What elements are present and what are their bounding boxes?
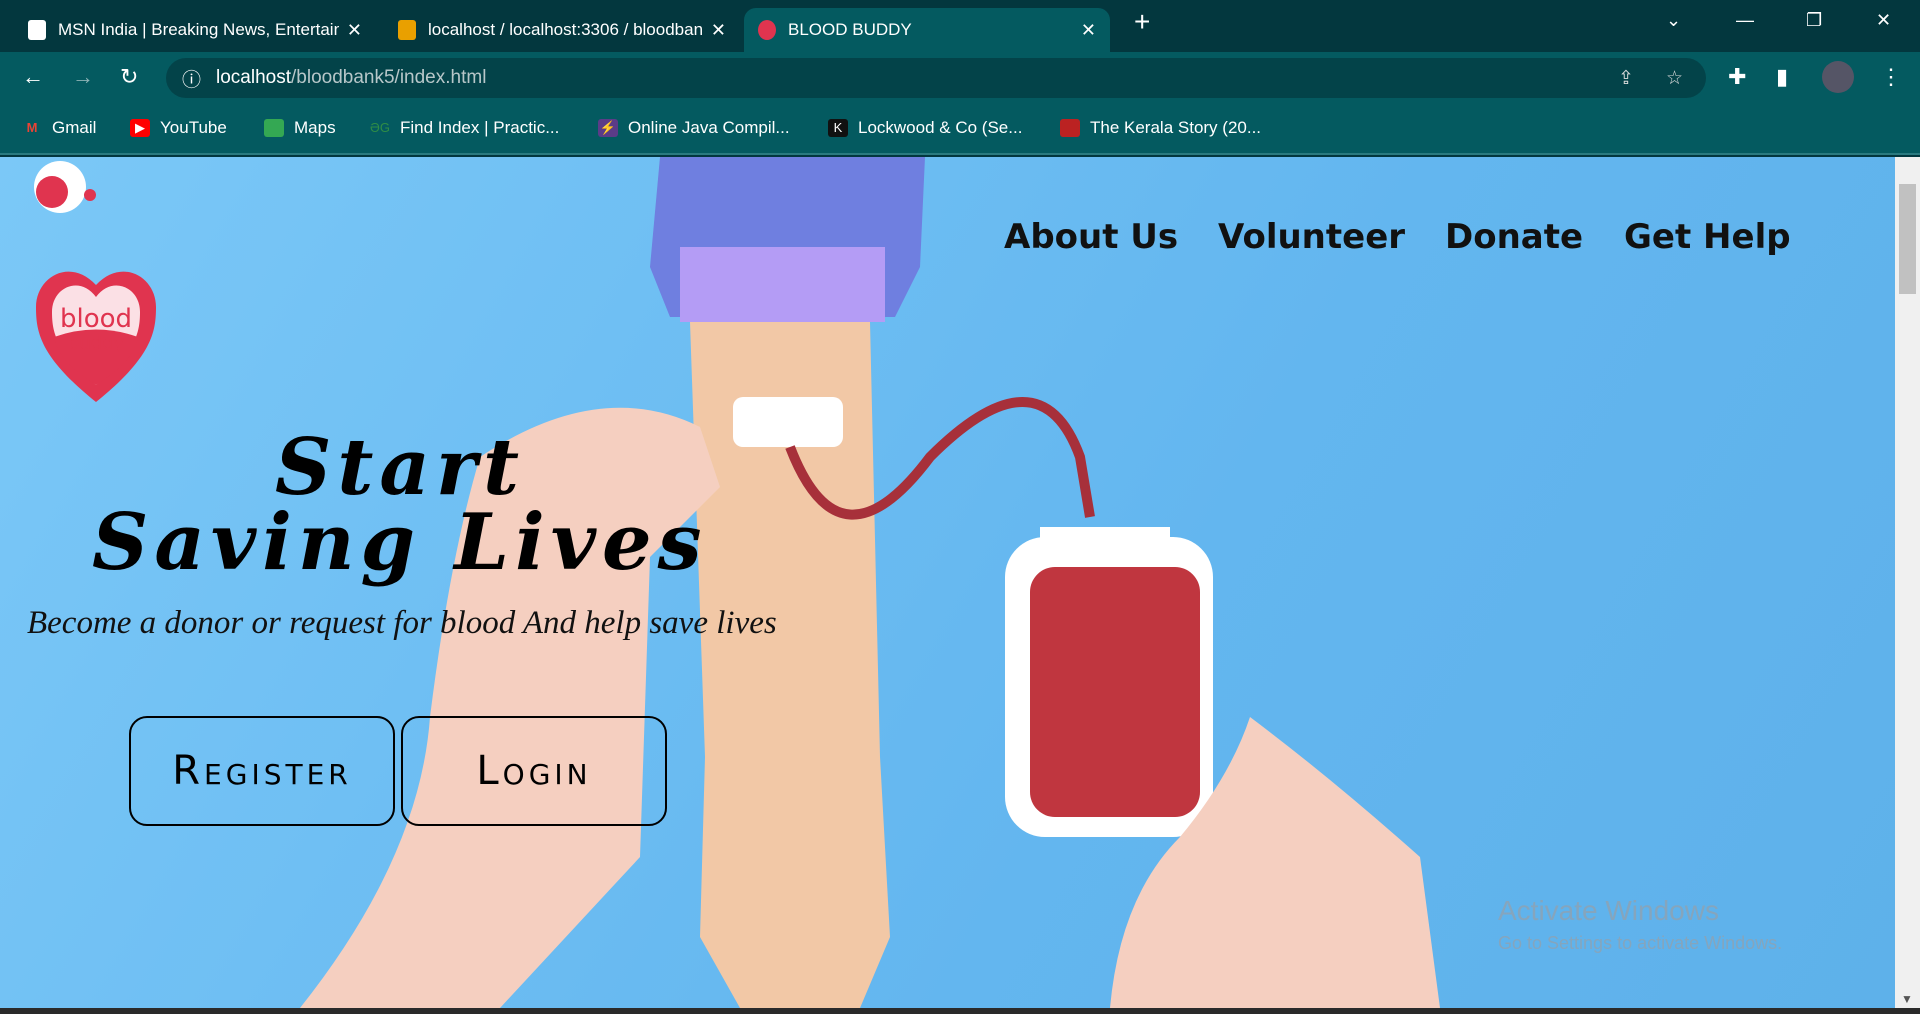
nav-volunteer[interactable]: Volunteer [1218,217,1405,257]
film-icon [1060,119,1080,137]
tab-label: localhost / localhost:3306 / bloodbank [428,20,703,39]
bookmark-lockwood[interactable]: K Lockwood & Co (Se... [828,118,1022,138]
logo [34,161,156,402]
back-icon[interactable]: ← [22,64,44,90]
bookmark-kerala-story[interactable]: The Kerala Story (20... [1060,118,1261,138]
bookmark-find-index[interactable]: ƏG Find Index | Practic... [370,118,559,138]
tab-blood-buddy[interactable]: BLOOD BUDDY ✕ [744,8,1110,52]
profile-avatar[interactable] [1822,61,1854,93]
bookmark-label: YouTube [160,118,227,137]
scrollbar-thumb[interactable] [1899,184,1916,294]
login-button[interactable]: Login [401,716,667,826]
menu-icon[interactable]: ⋮ [1880,64,1902,90]
bookmark-youtube[interactable]: ▶ YouTube [130,118,227,138]
bookmark-star-icon[interactable]: ☆ [1666,67,1683,90]
nav-donate[interactable]: Donate [1445,217,1583,257]
youtube-icon: ▶ [130,119,150,137]
nav-get-help[interactable]: Get Help [1624,217,1791,257]
url-host: localhost [216,67,291,88]
restore-icon[interactable]: ❐ [1806,10,1822,31]
bookmarks-bar: M Gmail ▶ YouTube Maps ƏG Find Index | Prac… [0,102,1920,155]
taskbar-edge [0,1008,1920,1014]
nav-about-us[interactable]: About Us [1004,217,1178,257]
k-icon: K [828,119,848,137]
bookmark-gmail[interactable]: M Gmail [22,118,97,138]
close-tab-icon[interactable]: ✕ [347,20,362,41]
vertical-scrollbar[interactable]: ▼ [1895,157,1920,1008]
tab-msn[interactable]: MSN India | Breaking News, Entertainment… [14,8,376,52]
close-window-icon[interactable]: ✕ [1876,10,1891,31]
tab-label: BLOOD BUDDY [788,20,912,39]
watermark-subtitle: Go to Settings to activate Windows. [1498,933,1783,953]
url-path: /bloodbank5/index.html [291,67,487,88]
tab-search-icon[interactable]: ⌄ [1666,10,1681,31]
side-panel-icon[interactable]: ▮ [1776,64,1788,90]
close-tab-icon[interactable]: ✕ [1081,20,1096,41]
tab-label: MSN India | Breaking News, Entertainment [58,20,339,39]
bookmark-label: The Kerala Story (20... [1090,118,1262,137]
bookmark-label: Maps [294,118,336,137]
bookmark-maps[interactable]: Maps [264,118,336,138]
site-info-icon[interactable]: ⓘ [182,65,201,92]
bookmark-label: Online Java Compil... [628,118,790,137]
hero-title-saving-lives: Saving Lives [92,497,708,588]
close-tab-icon[interactable]: ✕ [711,20,726,41]
phpmyadmin-favicon-icon [398,20,416,40]
maps-icon [264,119,284,137]
forward-icon[interactable]: → [72,64,94,90]
extensions-icon[interactable]: ✚ [1728,64,1746,90]
scroll-down-arrow-icon[interactable]: ▼ [1901,992,1913,1006]
bookmark-label: Lockwood & Co (Se... [858,118,1023,137]
new-tab-button[interactable]: + [1134,6,1150,38]
bookmark-java-compiler[interactable]: ⚡ Online Java Compil... [598,118,790,138]
msn-favicon-icon [28,20,46,40]
hero-subtitle: Become a donor or request for blood And … [27,605,777,641]
minimize-icon[interactable]: — [1736,10,1754,31]
gmail-icon: M [26,120,38,135]
blood-buddy-favicon-icon [758,20,776,40]
logo-text-buddy: buddy [68,333,125,354]
tab-strip: MSN India | Breaking News, Entertainment… [0,0,1920,52]
address-bar[interactable]: ⓘ localhost/bloodbank5/index.html ⇪ ☆ [166,58,1706,98]
bookmark-label: Find Index | Practic... [400,118,560,137]
activate-windows-watermark: Activate Windows Go to Settings to activ… [1498,895,1782,954]
logo-text-blood: blood [60,304,132,334]
share-icon[interactable]: ⇪ [1618,67,1634,90]
bookmark-label: Gmail [52,118,97,137]
register-button[interactable]: Register [129,716,395,826]
tab-phpmyadmin[interactable]: localhost / localhost:3306 / bloodbank ✕ [384,8,740,52]
toolbar: ← → ↻ ⓘ localhost/bloodbank5/index.html … [0,52,1920,102]
reload-icon[interactable]: ↻ [120,64,138,90]
hero-section: blood buddy About Us Volunteer Donate Ge… [0,157,1895,1008]
gfg-icon: ƏG [370,120,390,135]
lightning-icon: ⚡ [598,119,618,137]
watermark-title: Activate Windows [1498,895,1719,926]
